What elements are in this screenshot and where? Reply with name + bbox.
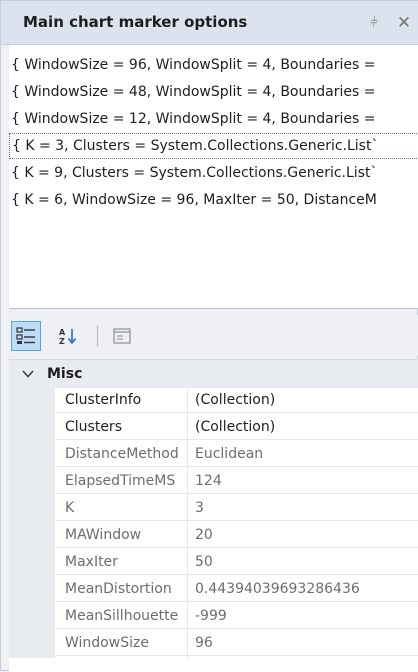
property-value[interactable]: 3 (195, 496, 204, 521)
property-row[interactable]: ClusterInfo (Collection) (55, 388, 418, 413)
category-row-misc[interactable]: Misc (9, 360, 418, 388)
property-value[interactable]: 50 (195, 550, 213, 575)
panel-titlebar: Main chart marker options ⫩ ✕ (1, 1, 418, 45)
list-item[interactable]: { K = 6, WindowSize = 96, MaxIter = 50, … (9, 187, 418, 213)
chevron-down-icon[interactable] (21, 367, 35, 381)
marker-options-list[interactable]: { WindowSize = 96, WindowSplit = 4, Boun… (9, 45, 418, 309)
property-grid-toolbar: A Z (9, 315, 418, 355)
property-value[interactable]: 20 (195, 523, 213, 548)
property-value[interactable]: -999 (195, 604, 227, 629)
categorized-view-icon (16, 327, 35, 344)
property-row[interactable]: Clusters (Collection) (55, 415, 418, 440)
property-value[interactable]: 124 (195, 469, 222, 494)
property-grid: Misc ClusterInfo (Collection) Clusters (Col… (9, 359, 418, 672)
property-value[interactable]: (Collection) (195, 415, 275, 440)
property-row[interactable]: MeanSillhouette -999 (55, 604, 418, 629)
property-pages-icon (113, 328, 131, 344)
property-name: MeanDistortion (65, 581, 172, 597)
property-row[interactable]: ElapsedTimeMS 124 (55, 469, 418, 494)
property-name: Clusters (65, 419, 122, 435)
categorized-button[interactable] (11, 321, 41, 351)
property-row[interactable]: MaxIter 50 (55, 550, 418, 575)
property-name: WindowSize (65, 635, 149, 651)
property-name: MaxIter (65, 554, 118, 570)
property-name: MeanSillhouette (65, 608, 179, 624)
property-name: MAWindow (65, 527, 142, 543)
list-item[interactable]: { WindowSize = 48, WindowSplit = 4, Boun… (9, 79, 418, 105)
close-icon[interactable]: ✕ (393, 12, 415, 34)
toolbar-separator (97, 325, 98, 347)
property-value[interactable]: Euclidean (195, 442, 263, 467)
property-name: DistanceMethod (65, 446, 179, 462)
pin-icon[interactable]: ⫩ (363, 12, 385, 34)
property-row[interactable]: DistanceMethod Euclidean (55, 442, 418, 467)
panel-title: Main chart marker options (23, 13, 248, 31)
property-row[interactable]: MeanDistortion 0.44394039693286436 (55, 577, 418, 602)
svg-text:A: A (59, 328, 66, 337)
list-item[interactable]: { K = 3, Clusters = System.Collections.G… (9, 133, 418, 159)
property-row[interactable]: WindowSize 96 (55, 631, 418, 656)
property-value[interactable]: (Collection) (195, 388, 275, 413)
list-item[interactable]: { WindowSize = 96, WindowSplit = 4, Boun… (9, 52, 418, 78)
list-item[interactable]: { K = 9, Clusters = System.Collections.G… (9, 160, 418, 186)
property-value[interactable]: 96 (195, 631, 213, 656)
alphabetical-sort-icon: A Z (59, 328, 77, 346)
property-value[interactable]: 0.44394039693286436 (195, 577, 360, 602)
property-name: K (65, 500, 75, 516)
property-name: ElapsedTimeMS (65, 473, 176, 489)
property-row[interactable]: K3 (55, 496, 418, 521)
property-grid-gutter (9, 388, 55, 658)
svg-text:Z: Z (59, 337, 65, 346)
property-pages-button[interactable] (107, 321, 137, 351)
property-row[interactable]: MAWindow 20 (55, 523, 418, 548)
property-name: ClusterInfo (65, 392, 142, 408)
marker-options-panel: Main chart marker options ⫩ ✕ { WindowSi… (0, 0, 418, 672)
category-label: Misc (47, 366, 83, 382)
list-item[interactable]: { WindowSize = 12, WindowSplit = 4, Boun… (9, 106, 418, 132)
alphabetical-button[interactable]: A Z (53, 321, 83, 351)
